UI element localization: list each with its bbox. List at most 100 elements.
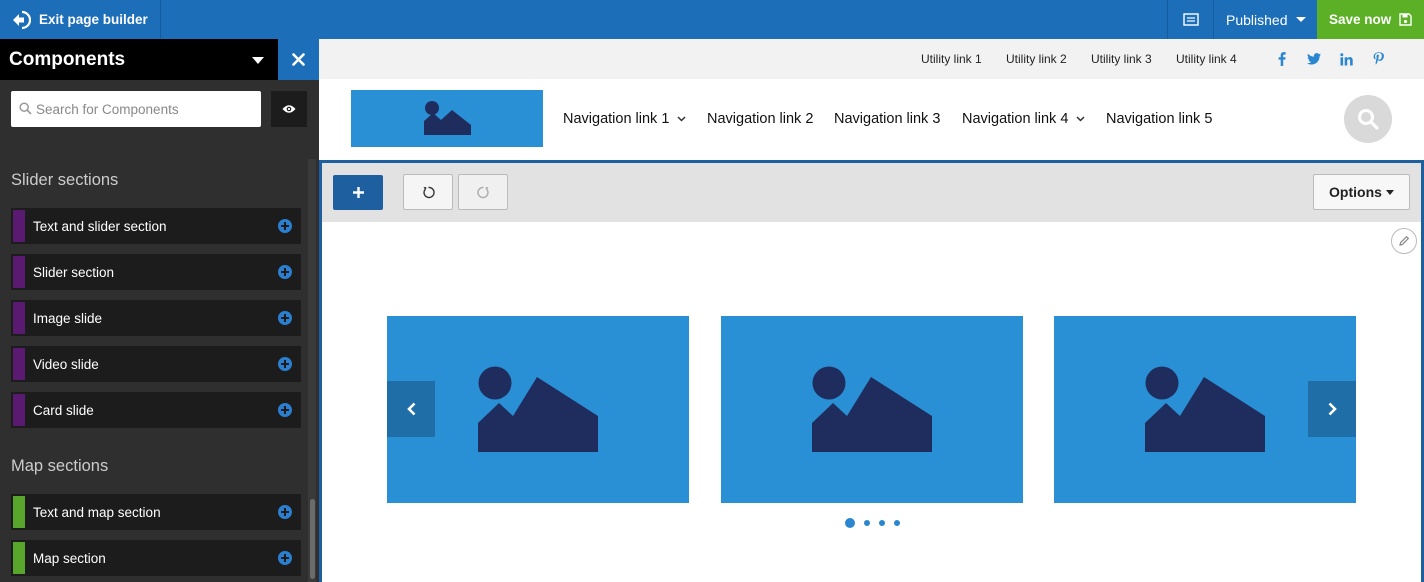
site-logo-placeholder[interactable] (351, 90, 543, 147)
publish-status-label: Published (1226, 11, 1288, 28)
nav-link-2[interactable]: Navigation link 2 (707, 111, 813, 127)
section-heading-slider: Slider sections (11, 171, 119, 189)
nav-link-5[interactable]: Navigation link 5 (1106, 111, 1212, 127)
panel-collapse-icon[interactable] (252, 57, 264, 64)
slider-dot-2[interactable] (864, 520, 870, 526)
utility-link-4[interactable]: Utility link 4 (1176, 52, 1237, 66)
nav-link-label: Navigation link 2 (707, 111, 814, 127)
options-dropdown[interactable]: Options (1313, 174, 1410, 210)
chevron-down-icon (677, 116, 686, 122)
add-circle-icon[interactable] (278, 505, 292, 519)
options-label: Options (1329, 184, 1382, 200)
chevron-left-icon (406, 402, 415, 416)
components-panel-header: Components (0, 39, 319, 80)
components-panel: Components Slider sections Text and slid… (0, 39, 319, 582)
component-search-input[interactable] (36, 91, 256, 127)
component-text-and-slider-section[interactable]: Text and slider section (11, 208, 301, 244)
site-header: Navigation link 1 Navigation link 2 Navi… (319, 79, 1424, 160)
add-circle-icon[interactable] (278, 357, 292, 371)
slider-pagination (845, 518, 909, 528)
category-color-bar (13, 394, 25, 426)
slide-image-2[interactable] (721, 316, 1023, 503)
utility-link-3[interactable]: Utility link 3 (1091, 52, 1152, 66)
add-circle-icon[interactable] (278, 403, 292, 417)
component-label: Card slide (33, 402, 94, 418)
undo-button[interactable] (403, 174, 453, 210)
add-circle-icon[interactable] (278, 265, 292, 279)
category-color-bar (13, 348, 25, 380)
utility-link-2[interactable]: Utility link 2 (1006, 52, 1067, 66)
add-component-button[interactable] (333, 175, 383, 210)
nav-link-label: Navigation link 5 (1106, 111, 1213, 127)
component-slider-section[interactable]: Slider section (11, 254, 301, 290)
nav-link-3[interactable]: Navigation link 3 (834, 111, 940, 127)
eye-icon (282, 105, 296, 113)
caret-down-icon (1385, 189, 1394, 195)
redo-button[interactable] (458, 174, 508, 210)
category-color-bar (13, 302, 25, 334)
save-now-label: Save now (1329, 12, 1392, 27)
component-card-slide[interactable]: Card slide (11, 392, 301, 428)
pencil-icon (1399, 235, 1410, 246)
top-toolbar: Exit page builder Published Save now (0, 0, 1424, 39)
editable-section-frame: Options (319, 160, 1424, 582)
save-icon (1399, 13, 1412, 26)
image-placeholder-icon (1145, 366, 1265, 452)
nav-link-label: Navigation link 4 (962, 111, 1069, 127)
undo-icon (422, 186, 435, 198)
category-color-bar (13, 542, 25, 574)
slider-next-button[interactable] (1308, 381, 1356, 437)
component-label: Video slide (33, 356, 99, 372)
save-now-button[interactable]: Save now (1317, 0, 1424, 39)
publish-status-dropdown[interactable]: Published (1214, 0, 1317, 39)
edit-section-button[interactable] (1391, 228, 1417, 254)
site-search-button[interactable] (1344, 95, 1392, 143)
facebook-icon[interactable] (1275, 51, 1289, 67)
search-icon (1358, 109, 1379, 130)
preview-icon (1182, 13, 1199, 26)
add-circle-icon[interactable] (278, 219, 292, 233)
component-label: Text and map section (33, 504, 161, 520)
component-text-and-map-section[interactable]: Text and map section (11, 494, 301, 530)
add-circle-icon[interactable] (278, 551, 292, 565)
exit-icon (13, 10, 31, 29)
nav-link-label: Navigation link 1 (563, 111, 670, 127)
caret-down-icon (1295, 17, 1306, 22)
nav-link-4[interactable]: Navigation link 4 (962, 111, 1085, 127)
components-panel-title: Components (9, 49, 126, 70)
section-toolbar: Options (322, 163, 1421, 222)
component-label: Image slide (33, 310, 103, 326)
component-search-field (11, 91, 261, 127)
chevron-down-icon (1076, 116, 1085, 122)
slider-dot-3[interactable] (879, 520, 885, 526)
slider-dot-4[interactable] (894, 520, 900, 526)
image-placeholder-icon (812, 366, 932, 452)
add-circle-icon[interactable] (278, 311, 292, 325)
search-icon (19, 102, 32, 115)
exit-page-builder-button[interactable]: Exit page builder (0, 0, 161, 39)
component-image-slide[interactable]: Image slide (11, 300, 301, 336)
preview-button[interactable] (1167, 0, 1214, 39)
close-icon (292, 53, 305, 66)
component-label: Map section (33, 550, 106, 566)
utility-link-1[interactable]: Utility link 1 (921, 52, 982, 66)
category-color-bar (13, 210, 25, 242)
image-placeholder-icon (424, 101, 471, 135)
pinterest-icon[interactable] (1371, 51, 1385, 67)
slider-prev-button[interactable] (387, 381, 435, 437)
category-color-bar (13, 496, 25, 528)
linkedin-icon[interactable] (1339, 51, 1353, 67)
close-panel-button[interactable] (278, 39, 319, 80)
component-video-slide[interactable]: Video slide (11, 346, 301, 382)
twitter-icon[interactable] (1307, 51, 1321, 67)
utility-bar: Utility link 1 Utility link 2 Utility li… (319, 39, 1424, 79)
exit-page-builder-label: Exit page builder (39, 12, 148, 27)
toggle-visibility-button[interactable] (271, 91, 307, 127)
component-map-section[interactable]: Map section (11, 540, 301, 576)
section-heading-map: Map sections (11, 457, 109, 475)
nav-link-1[interactable]: Navigation link 1 (563, 111, 686, 127)
slider-dot-1[interactable] (845, 518, 855, 528)
nav-link-label: Navigation link 3 (834, 111, 941, 127)
component-label: Text and slider section (33, 218, 167, 234)
panel-scrollbar-thumb[interactable] (310, 499, 315, 579)
